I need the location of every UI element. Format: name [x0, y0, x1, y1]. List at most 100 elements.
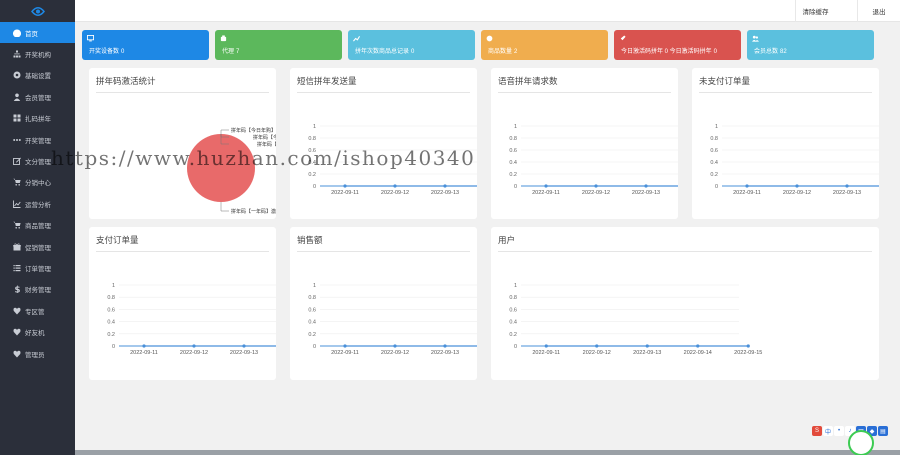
horizontal-scrollbar[interactable] — [75, 450, 900, 455]
sidebar-item[interactable]: 文分管理 — [0, 150, 75, 171]
y-tick-label: 1 — [514, 283, 517, 289]
data-point[interactable] — [544, 344, 548, 348]
y-tick-label: 0.2 — [710, 172, 718, 178]
sidebar-item[interactable]: 扎码拼年 — [0, 108, 75, 129]
data-point[interactable] — [544, 184, 548, 188]
sidebar-item[interactable]: 开奖机构 — [0, 43, 75, 64]
data-point[interactable] — [443, 344, 447, 348]
stat-value: 0 — [713, 49, 718, 55]
grid-icon — [12, 114, 21, 123]
sidebar-item[interactable]: 运营分析 — [0, 193, 75, 214]
data-point[interactable] — [595, 344, 599, 348]
ime-menu-icon[interactable]: ▤ — [878, 426, 888, 436]
sidebar-item-label: 开奖管理 — [25, 137, 51, 145]
ime-lang-icon[interactable]: 中 — [823, 426, 833, 436]
x-tick-label: 2022-09-11 — [130, 350, 158, 356]
line-chart: 0 0.2 0.4 0.6 0.8 1 2022-09-11 2022-09-12 2022-0… — [509, 124, 678, 196]
pie-label: 拼年码【今日年购】激活 — [231, 127, 276, 134]
list-icon — [12, 263, 21, 272]
sidebar-item[interactable]: 订单管理 — [0, 257, 75, 278]
sidebar-item[interactable]: 会员管理 — [0, 86, 75, 107]
sidebar-nav: 首页 开奖机构 基础设置会员管理扎码拼年开奖管理文分管理 分销中心 运营分析 商品管理 促销… — [0, 22, 75, 364]
sidebar-item[interactable]: 管理员 — [0, 343, 75, 364]
y-tick-label: 0.6 — [509, 148, 517, 154]
stat-card[interactable]: 代理 7 — [215, 30, 342, 60]
y-tick-label: 0.4 — [509, 320, 517, 326]
data-point[interactable] — [644, 184, 648, 188]
y-tick-label: 0.2 — [509, 332, 517, 338]
stat-card[interactable]: 拼年次数商品总记录 0 — [348, 30, 475, 60]
stat-value: 7 — [236, 49, 240, 55]
stat-card[interactable]: 商品数量 2 — [481, 30, 608, 60]
top-header: 清除缓存 退出 — [75, 0, 900, 22]
y-tick-label: 0 — [715, 184, 718, 190]
line-chart: 0 0.2 0.4 0.6 0.8 1 2022-09-11 2022-09-12 2022-0… — [308, 283, 477, 356]
data-point[interactable] — [142, 344, 146, 348]
y-tick-label: 0.6 — [509, 307, 517, 313]
gift-icon — [12, 242, 21, 251]
ime-logo-icon[interactable]: S — [812, 426, 822, 436]
sidebar-item[interactable]: 开奖管理 — [0, 129, 75, 150]
data-point[interactable] — [745, 184, 749, 188]
y-tick-label: 1 — [112, 283, 115, 289]
data-point[interactable] — [393, 344, 397, 348]
y-tick-label: 1 — [715, 124, 718, 130]
y-tick-label: 0.8 — [509, 136, 517, 142]
data-point[interactable] — [343, 344, 347, 348]
logout-button[interactable]: 退出 — [857, 0, 900, 22]
sidebar-item[interactable]: 商品管理 — [0, 215, 75, 236]
stat-card[interactable]: 开奖设备数 0 — [82, 30, 209, 60]
logo[interactable] — [0, 0, 75, 22]
dashboard-icon — [12, 28, 21, 37]
x-tick-label: 2022-09-12 — [381, 350, 409, 356]
y-tick-label: 0 — [112, 344, 115, 350]
stat-text: 拼年次数商品总记录 0 — [353, 46, 470, 55]
heart-icon — [12, 306, 21, 315]
sidebar-item[interactable]: 专区管 — [0, 300, 75, 321]
sitemap-icon — [12, 50, 21, 59]
sidebar-item[interactable]: $ 财务管理 — [0, 279, 75, 300]
y-tick-label: 0 — [313, 344, 316, 350]
users-icon — [752, 35, 760, 42]
stat-card[interactable]: 今日激活码拼年 0 今日激活码拼年 0 — [614, 30, 741, 60]
stat-value: 0 — [411, 49, 415, 55]
y-tick-label: 0.8 — [107, 295, 115, 301]
ime-punct-icon[interactable]: • — [834, 426, 844, 436]
y-tick-label: 1 — [313, 283, 316, 289]
data-point[interactable] — [192, 344, 196, 348]
sidebar-item[interactable]: 分销中心 — [0, 172, 75, 193]
x-tick-label: 2022-09-11 — [733, 190, 761, 196]
y-tick-label: 0.6 — [710, 148, 718, 154]
sidebar-item[interactable]: 好友机 — [0, 321, 75, 342]
data-point[interactable] — [242, 344, 246, 348]
data-point[interactable] — [795, 184, 799, 188]
sidebar-item[interactable]: 首页 — [0, 22, 75, 44]
x-tick-label: 2022-09-12 — [583, 350, 611, 356]
x-tick-label: 2022-09-13 — [431, 350, 459, 356]
data-point[interactable] — [645, 344, 649, 348]
data-point[interactable] — [443, 184, 447, 188]
y-tick-label: 1 — [514, 124, 517, 130]
stat-label: 代理 — [222, 49, 235, 55]
data-point[interactable] — [746, 344, 750, 348]
clear-cache-button[interactable]: 清除缓存 — [795, 0, 835, 22]
data-point[interactable] — [594, 184, 598, 188]
data-point[interactable] — [393, 184, 397, 188]
y-tick-label: 0 — [514, 184, 517, 190]
data-point[interactable] — [845, 184, 849, 188]
x-tick-label: 2022-09-13 — [633, 350, 661, 356]
dollar-icon: $ — [12, 285, 21, 294]
stat-value: 2 — [514, 49, 518, 55]
sidebar-item-label: 会员管理 — [25, 94, 51, 102]
y-tick-label: 0.6 — [308, 148, 316, 154]
sidebar-item[interactable]: 促销管理 — [0, 236, 75, 257]
stat-card[interactable]: 会员总数 82 — [747, 30, 874, 60]
sidebar-item-label: 财务管理 — [25, 287, 51, 295]
sidebar-item[interactable]: 基础设置 — [0, 65, 75, 86]
data-point[interactable] — [696, 344, 700, 348]
y-tick-label: 0 — [514, 344, 517, 350]
line-chart: 0 0.2 0.4 0.6 0.8 1 2022-09-11 2022-09-12 2022-0… — [509, 283, 762, 356]
stat-label: 拼年次数商品总记录 — [355, 49, 410, 55]
data-point[interactable] — [343, 184, 347, 188]
network-speed-widget[interactable] — [848, 430, 874, 455]
